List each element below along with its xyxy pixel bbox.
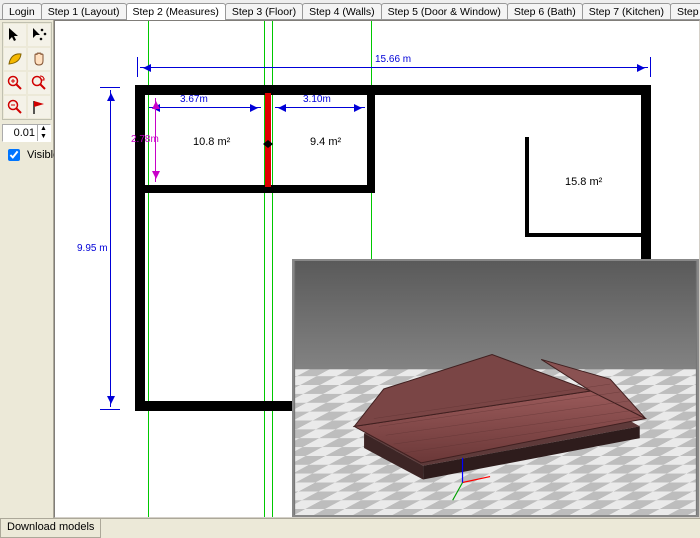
label-area2: 9.4 m² [310, 136, 341, 148]
dim-tick [650, 57, 651, 77]
wall [525, 137, 529, 237]
tab-step4[interactable]: Step 4 (Walls) [302, 3, 382, 19]
zoom-out-icon [6, 98, 24, 116]
3d-render [294, 261, 697, 515]
tab-login[interactable]: Login [2, 3, 42, 19]
tab-step6[interactable]: Step 6 (Bath) [507, 3, 583, 19]
edit-tool[interactable] [27, 23, 51, 47]
dim-tick [100, 409, 120, 410]
zoom-in-tool[interactable] [3, 71, 27, 95]
label-room1-w: 3.67m [180, 94, 208, 105]
zoom-in-icon [6, 74, 24, 92]
zoom-out-tool[interactable] [3, 95, 27, 119]
download-models-button[interactable]: Download models [0, 519, 101, 538]
label-height-total: 9.95 m [77, 243, 108, 254]
label-room2-w: 3.10m [303, 94, 331, 105]
pan-tool[interactable] [27, 47, 51, 71]
plan-canvas[interactable]: 15.66 m 9.95 m 3.67m 3.10m 2.78m 10.8 m²… [54, 20, 700, 518]
step-size-spinner[interactable]: ▲ ▼ [2, 124, 51, 142]
dim-height-total [110, 90, 111, 407]
wall [135, 185, 375, 193]
tab-step8[interactable]: Step 8 (Furniture) [670, 3, 700, 19]
step-size-input[interactable] [3, 125, 37, 141]
status-bar: Download models [0, 518, 700, 538]
wall [135, 85, 651, 95]
dim-tick [137, 57, 138, 77]
leaf-icon [6, 50, 24, 68]
tab-step1[interactable]: Step 1 (Layout) [41, 3, 127, 19]
visible-checkbox[interactable]: Visible [2, 146, 51, 164]
tab-strip: Login Step 1 (Layout) Step 2 (Measures) … [0, 0, 700, 20]
dim-width-total [140, 67, 648, 68]
hand-icon [30, 50, 48, 68]
zoom-reset-icon [30, 74, 48, 92]
label-room1-h: 2.78m [131, 134, 159, 145]
measure-tool[interactable] [3, 47, 27, 71]
spinner-down-icon[interactable]: ▼ [37, 133, 49, 141]
dim-room1-w [149, 107, 261, 108]
label-width-total: 15.66 m [375, 54, 411, 65]
label-area3: 15.8 m² [565, 176, 602, 188]
3d-preview[interactable] [292, 259, 699, 517]
flag-tool[interactable] [27, 95, 51, 119]
tool-grid [2, 22, 52, 120]
zoom-fit-tool[interactable] [27, 71, 51, 95]
tab-step7[interactable]: Step 7 (Kitchen) [582, 3, 671, 19]
guide-line [272, 21, 273, 517]
flag-icon [30, 98, 48, 116]
drag-handle-icon[interactable] [262, 139, 274, 149]
wall [367, 85, 375, 193]
visible-check-input[interactable] [8, 149, 20, 161]
pointer-tool[interactable] [3, 23, 27, 47]
spinner-up-icon[interactable]: ▲ [37, 125, 49, 133]
label-area1: 10.8 m² [193, 136, 230, 148]
sparkle-cursor-icon [30, 26, 48, 44]
guide-line [148, 21, 149, 517]
wall [525, 233, 645, 237]
dim-tick [100, 87, 120, 88]
dim-room2-w [275, 107, 365, 108]
tab-step5[interactable]: Step 5 (Door & Window) [381, 3, 508, 19]
tab-step2[interactable]: Step 2 (Measures) [126, 3, 226, 20]
pointer-icon [6, 26, 24, 44]
tab-step3[interactable]: Step 3 (Floor) [225, 3, 303, 19]
left-toolbar: ▲ ▼ Visible [0, 20, 54, 518]
